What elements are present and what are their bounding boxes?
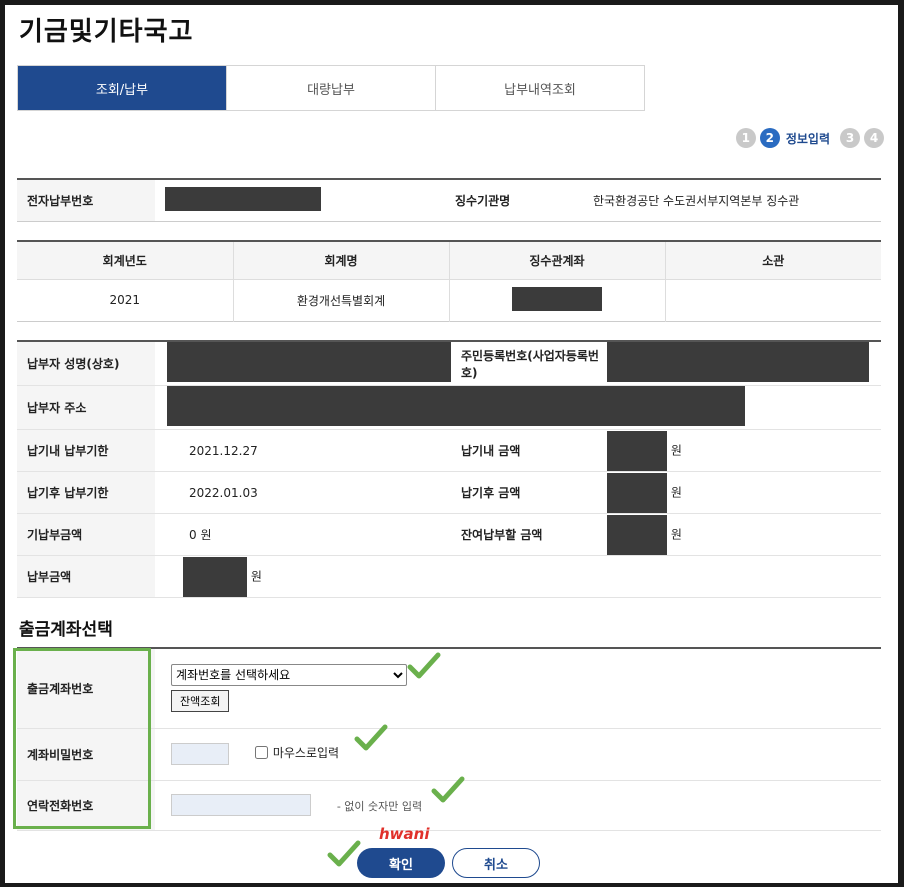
ebill-number-value [155, 179, 445, 221]
cell-fiscal-year: 2021 [17, 279, 234, 321]
withdraw-account-select[interactable]: 계좌번호를 선택하세요 [171, 664, 407, 687]
password-cell: 마우스로입력 [155, 728, 881, 781]
phone-label: 연락전화번호 [17, 780, 155, 831]
payer-address-value [155, 385, 881, 430]
redacted-block [512, 286, 602, 311]
step-current-label: 정보입력 [785, 131, 830, 146]
step-2: 2 [759, 128, 780, 148]
payer-address-label: 납부자 주소 [17, 385, 155, 430]
account-password-input[interactable] [171, 743, 229, 765]
due-amount-value: 원 [607, 429, 881, 472]
agency-label: 징수기관명 [445, 179, 583, 221]
tab-payment-history[interactable]: 납부내역조회 [435, 66, 644, 110]
payer-regno-value [607, 341, 881, 386]
due-amount-label: 납기내 금액 [451, 429, 607, 472]
step-3: 3 [840, 128, 860, 148]
tab-bulk-payment[interactable]: 대량납부 [226, 66, 435, 110]
mouse-input-checkbox[interactable] [254, 745, 268, 759]
withdraw-account-cell: 계좌번호를 선택하세요 잔액조회 [155, 648, 881, 729]
step-4: 4 [864, 128, 884, 148]
payer-regno-label: 주민등록번호(사업자등록번호) [451, 341, 607, 386]
paid-amount-value: 0 원 [155, 513, 451, 556]
check-mark-icon [327, 840, 361, 867]
redacted-block [607, 472, 667, 513]
header-collector-account: 징수관계좌 [449, 241, 666, 280]
phone-input[interactable] [171, 794, 311, 816]
redacted-block [607, 514, 667, 555]
confirm-button[interactable]: 확인 [357, 848, 445, 878]
remain-amount-value: 원 [607, 513, 881, 556]
payer-table: 납부자 성명(상호) 주민등록번호(사업자등록번호) 납부자 주소 납기내 납부… [17, 340, 881, 598]
agency-value: 한국환경공단 수도권서부지역본부 징수관 [593, 193, 800, 208]
payment-amount-value: 원 [155, 555, 881, 598]
payer-name-value [155, 341, 451, 386]
after-date-label: 납기후 납부기한 [17, 471, 155, 514]
payment-info-table: 전자납부번호 징수기관명 한국환경공단 수도권서부지역본부 징수관 [17, 178, 881, 222]
redacted-block [607, 430, 667, 471]
account-table: 회계년도 회계명 징수관계좌 소관 2021 환경개선특별회계 [17, 240, 881, 322]
redacted-block [183, 556, 247, 597]
redacted-block [167, 386, 745, 426]
phone-hint: - 없이 숫자만 입력 [336, 799, 423, 813]
step-indicator: 1 2 정보입력 3 4 [735, 128, 884, 148]
won-unit: 원 [670, 527, 682, 541]
header-fiscal-year: 회계년도 [17, 241, 234, 280]
check-mark-icon [431, 776, 465, 803]
cell-account-name: 환경개선특별회계 [233, 279, 450, 321]
header-jurisdiction: 소관 [665, 241, 881, 280]
after-amount-value: 원 [607, 471, 881, 514]
redacted-block [167, 342, 451, 382]
mouse-input-checkbox-label[interactable]: 마우스로입력 [254, 744, 340, 761]
page-title: 기금및기타국고 [19, 17, 194, 47]
cell-jurisdiction [665, 279, 881, 321]
step-1: 1 [735, 128, 756, 148]
redacted-block [607, 342, 869, 382]
cell-collector-account [449, 279, 666, 321]
payer-name-label: 납부자 성명(상호) [17, 341, 155, 386]
mouse-input-text: 마우스로입력 [272, 745, 340, 760]
won-unit: 원 [250, 569, 262, 583]
balance-inquiry-button[interactable]: 잔액조회 [171, 690, 230, 713]
remain-amount-label: 잔여납부할 금액 [451, 513, 607, 556]
after-date-value: 2022.01.03 [155, 471, 451, 514]
cancel-button[interactable]: 취소 [452, 848, 540, 878]
due-date-label: 납기내 납부기한 [17, 429, 155, 472]
withdraw-account-label: 출금계좌번호 [17, 648, 155, 729]
check-mark-icon [354, 724, 388, 751]
page-frame: 기금및기타국고 조회/납부 대량납부 납부내역조회 1 2 정보입력 3 4 전… [5, 5, 898, 883]
phone-cell: - 없이 숫자만 입력 [155, 780, 881, 831]
paid-amount-label: 기납부금액 [17, 513, 155, 556]
check-mark-icon [407, 652, 441, 679]
after-amount-label: 납기후 금액 [451, 471, 607, 514]
tab-inquiry-payment[interactable]: 조회/납부 [18, 66, 226, 110]
redacted-block [165, 186, 321, 211]
tab-bar: 조회/납부 대량납부 납부내역조회 [17, 65, 645, 111]
won-unit: 원 [670, 443, 682, 457]
payment-amount-label: 납부금액 [17, 555, 155, 598]
watermark-text: hwani [379, 825, 430, 843]
won-unit: 원 [670, 485, 682, 499]
password-label: 계좌비밀번호 [17, 728, 155, 781]
due-date-value: 2021.12.27 [155, 429, 451, 472]
withdraw-section-title: 출금계좌선택 [19, 620, 113, 640]
ebill-number-label: 전자납부번호 [17, 179, 155, 221]
header-account-name: 회계명 [233, 241, 450, 280]
